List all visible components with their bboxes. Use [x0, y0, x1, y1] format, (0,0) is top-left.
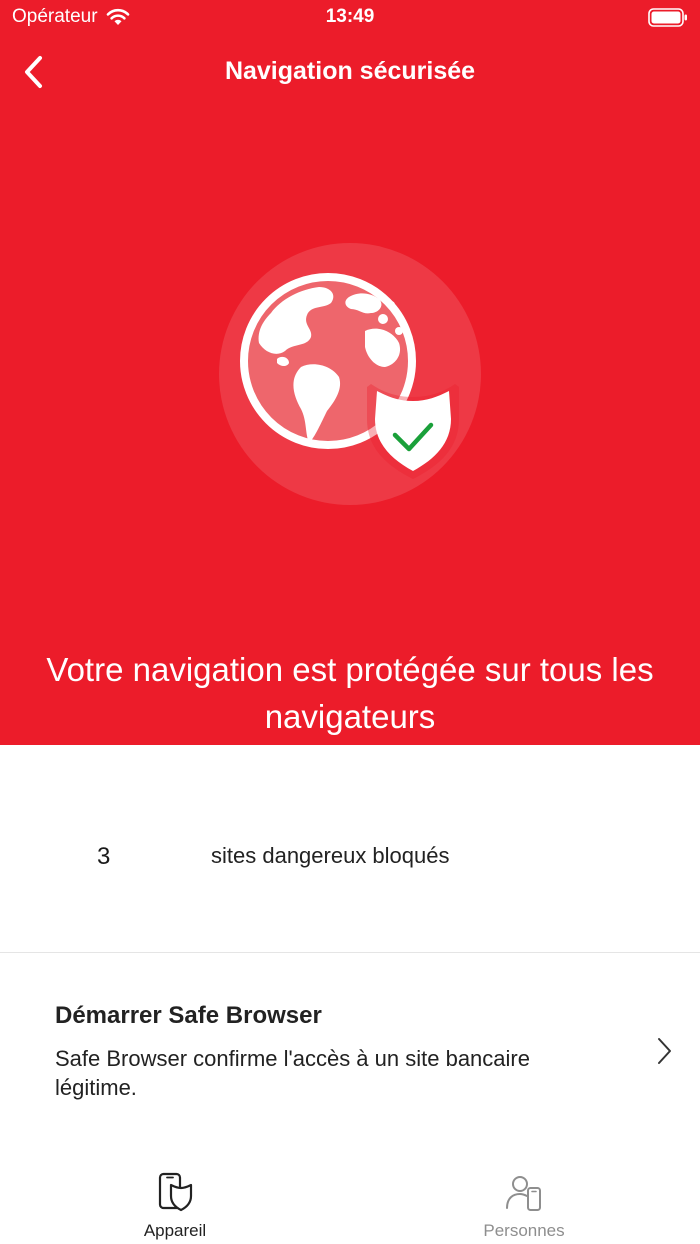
start-safe-browser-item[interactable]: Démarrer Safe Browser Safe Browser confi…: [0, 954, 700, 1144]
tab-personnes-label: Personnes: [483, 1221, 565, 1240]
hero-section: Opérateur 13:49 Navigation sécurisée Vot…: [0, 0, 700, 745]
blocked-label: sites dangereux bloqués: [211, 843, 450, 868]
tab-bar: Appareil Personnes: [0, 1160, 700, 1244]
tab-appareil-label: Appareil: [143, 1221, 207, 1240]
safe-browser-description: Safe Browser confirme l'accès à un site …: [55, 1046, 530, 1100]
globe-shield-illustration: [219, 243, 481, 505]
person-phone-icon: [506, 1176, 541, 1211]
battery-icon: [648, 8, 687, 27]
status-bar: Opérateur 13:49: [0, 0, 700, 36]
blocked-count: 3: [97, 843, 111, 870]
tab-personnes[interactable]: Personnes: [434, 1160, 614, 1244]
page-title: Navigation sécurisée: [224, 57, 476, 85]
safe-browser-title: Démarrer Safe Browser: [55, 1002, 322, 1029]
blocked-sites-stat: 3 sites dangereux bloqués: [0, 745, 700, 953]
phone-shield-icon: [158, 1172, 193, 1212]
chevron-right-icon: [658, 1038, 671, 1064]
status-time: 13:49: [325, 6, 375, 27]
protection-message: Votre navigation est protégée sur tous l…: [46, 651, 654, 735]
tab-appareil[interactable]: Appareil: [85, 1160, 265, 1244]
navigation-bar: Navigation sécurisée: [0, 44, 700, 100]
